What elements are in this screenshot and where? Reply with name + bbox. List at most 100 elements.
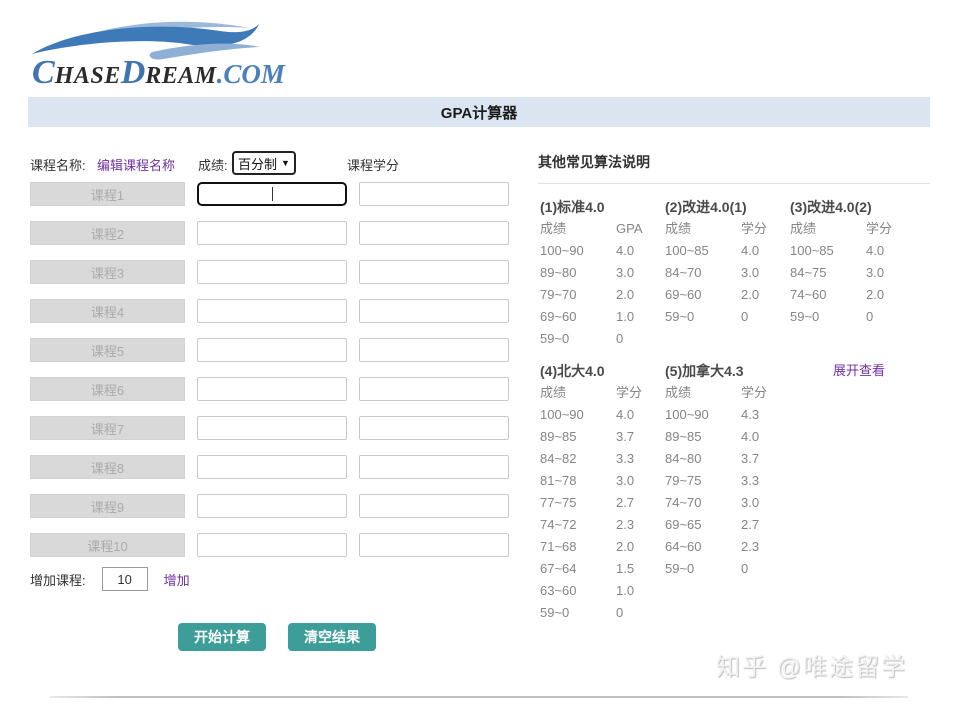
add-course-row: 增加课程: 增加 — [30, 567, 190, 591]
score-range-cell: 84~70 — [665, 265, 702, 280]
course-row: 课程4 — [30, 299, 512, 323]
credit-input[interactable] — [359, 416, 509, 440]
course-name-button[interactable]: 课程2 — [30, 221, 185, 245]
grade-value-cell: 0 — [616, 605, 624, 620]
grade-value-cell: 3.0 — [741, 495, 760, 510]
course-name-button[interactable]: 课程5 — [30, 338, 185, 362]
add-course-count-input[interactable] — [101, 567, 148, 591]
score-input[interactable] — [197, 260, 347, 284]
grade-value-cell: 2.0 — [616, 539, 635, 554]
score-input[interactable] — [197, 494, 347, 518]
algorithm-table-row: 84~75 3.0 — [790, 262, 915, 284]
value-col-header: 学分 — [741, 385, 768, 400]
score-input-wrap — [197, 455, 347, 479]
page-title: GPA计算器 — [440, 104, 518, 122]
score-range-cell: 89~80 — [540, 265, 577, 280]
score-input-wrap — [197, 494, 347, 518]
score-col-header: 成绩 — [540, 221, 567, 236]
add-course-link[interactable]: 增加 — [164, 570, 190, 589]
score-input[interactable] — [197, 455, 347, 479]
algorithm-table-row: 77~75 2.7 — [540, 492, 665, 514]
algorithm-table-row: 100~90 4.0 — [540, 404, 665, 426]
score-input[interactable] — [197, 533, 347, 557]
grade-value-cell: 2.7 — [741, 517, 760, 532]
score-input[interactable] — [197, 377, 347, 401]
course-row: 课程1 — [30, 182, 512, 206]
course-name-button[interactable]: 课程4 — [30, 299, 185, 323]
credit-input[interactable] — [359, 494, 509, 518]
score-range-cell: 74~72 — [540, 517, 577, 532]
score-range-cell: 64~60 — [665, 539, 702, 554]
score-range-cell: 84~75 — [790, 265, 827, 280]
course-name-button[interactable]: 课程8 — [30, 455, 185, 479]
score-input[interactable] — [197, 299, 347, 323]
clear-results-button[interactable]: 清空结果 — [288, 623, 376, 651]
credit-input[interactable] — [359, 455, 509, 479]
credit-input[interactable] — [359, 533, 509, 557]
algorithm-table-title: (1)标准4.0 — [540, 199, 605, 215]
algorithm-table-row: 100~85 4.0 — [665, 240, 790, 262]
score-input[interactable] — [197, 338, 347, 362]
course-name-button[interactable]: 课程3 — [30, 260, 185, 284]
score-range-cell: 59~0 — [665, 309, 695, 324]
score-range-cell: 69~65 — [665, 517, 702, 532]
action-buttons: 开始计算 清空结果 — [178, 623, 376, 651]
gpa-calculator-page: CHASEDREAM.COM GPA计算器 课程名称: 编辑课程名称 成绩: 百… — [0, 0, 955, 706]
credit-input[interactable] — [359, 377, 509, 401]
algorithm-table-row: 79~75 3.3 — [665, 470, 790, 492]
algorithm-table-header: 成绩 GPA — [540, 218, 665, 240]
course-rows: 课程1 课程2 课程3 课程4 课程5 课程6 课程7 课程8 课程9 课程10 — [30, 182, 512, 572]
score-input[interactable] — [197, 221, 347, 245]
grade-value-cell: 3.3 — [616, 451, 635, 466]
algorithm-table-row: 69~60 2.0 — [665, 284, 790, 306]
grade-value-cell: 3.7 — [616, 429, 635, 444]
grade-value-cell: 2.3 — [616, 517, 635, 532]
credit-input[interactable] — [359, 221, 509, 245]
grade-value-cell: 4.0 — [616, 407, 635, 422]
credit-input-wrap — [359, 338, 509, 362]
grade-value-cell: 2.3 — [741, 539, 760, 554]
score-range-cell: 74~70 — [665, 495, 702, 510]
logo-wordmark: CHASEDREAM.COM — [32, 54, 285, 92]
score-input[interactable] — [197, 416, 347, 440]
score-range-cell: 100~85 — [790, 243, 834, 258]
credit-input-wrap — [359, 377, 509, 401]
credit-input[interactable] — [359, 299, 509, 323]
algorithm-table-row: 100~90 4.0 — [540, 240, 665, 262]
course-name-button[interactable]: 课程9 — [30, 494, 185, 518]
course-name-button[interactable]: 课程10 — [30, 533, 185, 557]
grade-value-cell: 4.3 — [741, 407, 760, 422]
credit-label: 课程学分 — [347, 158, 400, 173]
grade-value-cell: 0 — [741, 309, 749, 324]
score-range-cell: 100~85 — [665, 243, 709, 258]
credit-input-wrap — [359, 221, 509, 245]
algorithm-table-row: 84~80 3.7 — [665, 448, 790, 470]
grade-value-cell: 3.0 — [616, 265, 635, 280]
algorithm-table-row: 74~60 2.0 — [790, 284, 915, 306]
logo-c: C — [32, 54, 55, 91]
course-name-button[interactable]: 课程7 — [30, 416, 185, 440]
credit-input[interactable] — [359, 182, 509, 206]
score-range-cell: 89~85 — [540, 429, 577, 444]
algorithm-table-row: 69~60 1.0 — [540, 306, 665, 328]
score-range-cell: 81~78 — [540, 473, 577, 488]
course-name-button[interactable]: 课程1 — [30, 182, 185, 206]
logo-d: D — [120, 54, 146, 91]
score-input[interactable] — [197, 182, 347, 206]
value-col-header: 学分 — [866, 221, 893, 236]
score-input-wrap — [197, 260, 347, 284]
score-format-select[interactable]: 百分制 ▼ — [232, 151, 296, 175]
expand-view-link[interactable]: 展开查看 — [833, 360, 885, 382]
course-row: 课程6 — [30, 377, 512, 401]
algorithm-table-row: 79~70 2.0 — [540, 284, 665, 306]
course-name-button[interactable]: 课程6 — [30, 377, 185, 401]
edit-course-names-link[interactable]: 编辑课程名称 — [97, 155, 175, 174]
calculate-button[interactable]: 开始计算 — [178, 623, 266, 651]
course-row: 课程7 — [30, 416, 512, 440]
credit-input[interactable] — [359, 260, 509, 284]
score-col-header: 成绩 — [665, 385, 692, 400]
algorithm-table-row: 64~60 2.3 — [665, 536, 790, 558]
credit-input[interactable] — [359, 338, 509, 362]
algorithm-table-row: 59~0 0 — [790, 306, 915, 328]
algorithm-table-row: 63~60 1.0 — [540, 580, 665, 602]
